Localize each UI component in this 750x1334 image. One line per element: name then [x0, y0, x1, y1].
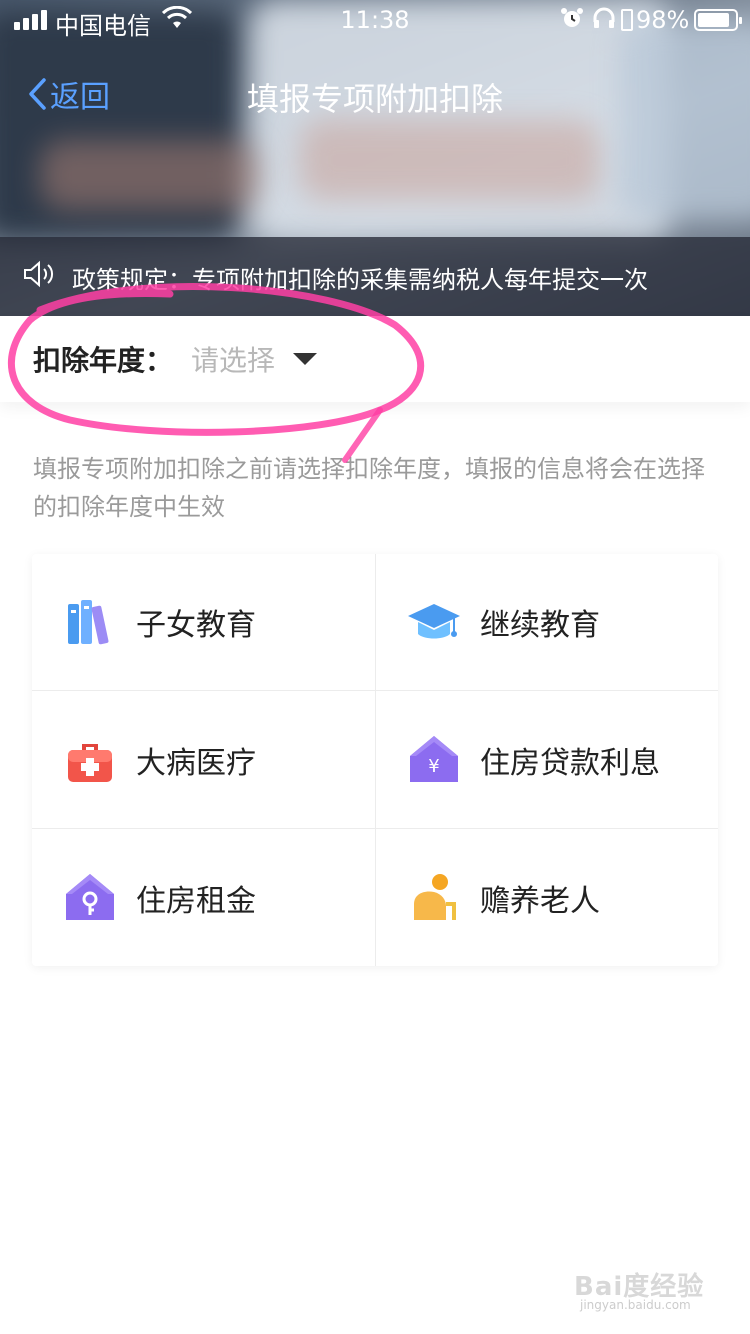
house-yuan-icon: ¥ [410, 735, 458, 782]
battery-icon [694, 9, 742, 31]
medical-kit-icon [68, 743, 112, 782]
books-icon [68, 600, 109, 645]
battery-percent: 98% [636, 6, 690, 34]
category-label: 赡养老人 [480, 883, 600, 919]
headphones-icon [592, 6, 616, 36]
hint-text: 填报专项附加扣除之前请选择扣除年度，填报的信息将会在选择的扣除年度中生效 [33, 455, 705, 521]
category-label: 继续教育 [480, 608, 600, 643]
deduction-year-label: 扣除年度： [33, 344, 174, 377]
deduction-year-selector[interactable]: 扣除年度： 请选择 [0, 316, 750, 402]
category-housing-rent[interactable]: 住房租金 [32, 829, 375, 966]
speaker-icon [22, 260, 56, 294]
house-key-icon [66, 873, 114, 920]
status-bar: 中国电信 11:38 98% [0, 0, 750, 40]
deduction-year-dropdown[interactable]: 请选择 [191, 339, 275, 379]
category-label: 大病医疗 [136, 745, 256, 781]
elderly-person-icon [414, 873, 456, 920]
page-title: 填报专项附加扣除 [246, 80, 503, 118]
alarm-icon [560, 6, 584, 36]
category-continuing-education[interactable]: 继续教育 [375, 554, 718, 691]
svg-text:¥: ¥ [428, 756, 439, 777]
dropdown-arrow-icon[interactable] [293, 353, 318, 365]
category-elderly-support[interactable]: 赡养老人 [375, 829, 718, 966]
watermark-logo: Bai度经验 jingyan.baidu.com [574, 1262, 724, 1322]
category-serious-illness-medical[interactable]: 大病医疗 [32, 691, 375, 829]
category-children-education[interactable]: 子女教育 [32, 554, 375, 691]
graduation-cap-icon [408, 604, 460, 639]
deduction-category-grid: 子女教育 继续教育 大病医疗 ¥ 住房贷款利息 住房租金 赡养老人 [32, 554, 718, 966]
category-label: 子女教育 [136, 608, 256, 643]
category-housing-loan-interest[interactable]: ¥ 住房贷款利息 [375, 691, 718, 829]
lock-rotation-icon [621, 9, 633, 31]
category-label: 住房租金 [136, 883, 256, 919]
policy-notice-text: 政策规定：专项附加扣除的采集需纳税人每年提交一次 [72, 265, 648, 294]
watermark-url: jingyan.baidu.com [580, 1298, 691, 1312]
category-label: 住房贷款利息 [480, 745, 660, 781]
navigation-bar: 返回 填报专项附加扣除 [0, 64, 750, 124]
policy-notice-bar: 政策规定：专项附加扣除的采集需纳税人每年提交一次 [0, 237, 750, 317]
